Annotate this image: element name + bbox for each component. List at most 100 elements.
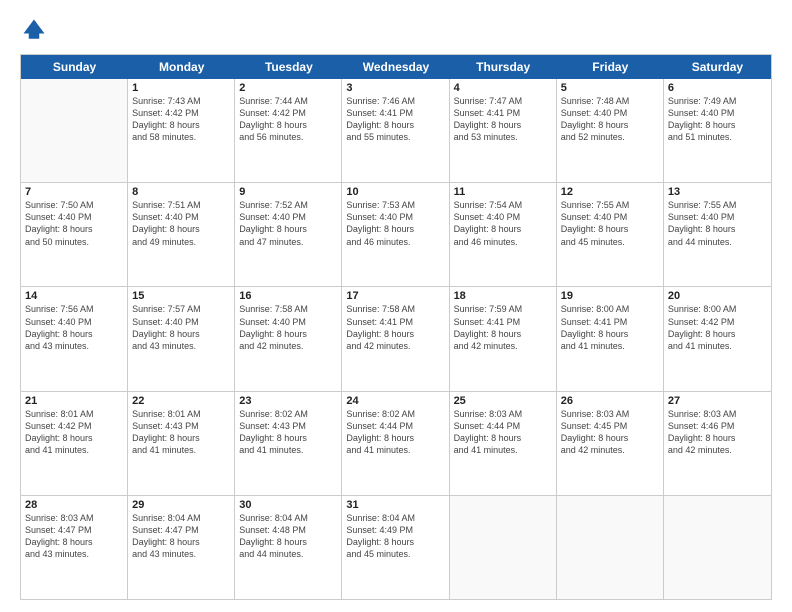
calendar-cell: 31Sunrise: 8:04 AM Sunset: 4:49 PM Dayli… xyxy=(342,496,449,599)
day-number: 10 xyxy=(346,186,444,198)
day-number: 8 xyxy=(132,186,230,198)
cell-info: Sunrise: 7:57 AM Sunset: 4:40 PM Dayligh… xyxy=(132,303,230,352)
cell-info: Sunrise: 7:58 AM Sunset: 4:41 PM Dayligh… xyxy=(346,303,444,352)
calendar-cell xyxy=(450,496,557,599)
calendar-cell: 18Sunrise: 7:59 AM Sunset: 4:41 PM Dayli… xyxy=(450,287,557,390)
day-number: 12 xyxy=(561,186,659,198)
day-number: 2 xyxy=(239,82,337,94)
header-day-monday: Monday xyxy=(128,55,235,79)
calendar-cell: 27Sunrise: 8:03 AM Sunset: 4:46 PM Dayli… xyxy=(664,392,771,495)
calendar-row: 1Sunrise: 7:43 AM Sunset: 4:42 PM Daylig… xyxy=(21,79,771,183)
calendar-row: 14Sunrise: 7:56 AM Sunset: 4:40 PM Dayli… xyxy=(21,287,771,391)
calendar-cell: 7Sunrise: 7:50 AM Sunset: 4:40 PM Daylig… xyxy=(21,183,128,286)
calendar-cell: 29Sunrise: 8:04 AM Sunset: 4:47 PM Dayli… xyxy=(128,496,235,599)
calendar-row: 21Sunrise: 8:01 AM Sunset: 4:42 PM Dayli… xyxy=(21,392,771,496)
cell-info: Sunrise: 8:04 AM Sunset: 4:47 PM Dayligh… xyxy=(132,512,230,561)
cell-info: Sunrise: 7:46 AM Sunset: 4:41 PM Dayligh… xyxy=(346,95,444,144)
calendar-cell: 11Sunrise: 7:54 AM Sunset: 4:40 PM Dayli… xyxy=(450,183,557,286)
day-number: 20 xyxy=(668,290,767,302)
calendar: SundayMondayTuesdayWednesdayThursdayFrid… xyxy=(20,54,772,600)
cell-info: Sunrise: 7:44 AM Sunset: 4:42 PM Dayligh… xyxy=(239,95,337,144)
day-number: 27 xyxy=(668,395,767,407)
day-number: 22 xyxy=(132,395,230,407)
cell-info: Sunrise: 8:01 AM Sunset: 4:42 PM Dayligh… xyxy=(25,408,123,457)
calendar-cell: 28Sunrise: 8:03 AM Sunset: 4:47 PM Dayli… xyxy=(21,496,128,599)
calendar-cell: 24Sunrise: 8:02 AM Sunset: 4:44 PM Dayli… xyxy=(342,392,449,495)
cell-info: Sunrise: 8:01 AM Sunset: 4:43 PM Dayligh… xyxy=(132,408,230,457)
header xyxy=(20,16,772,44)
day-number: 5 xyxy=(561,82,659,94)
calendar-cell: 16Sunrise: 7:58 AM Sunset: 4:40 PM Dayli… xyxy=(235,287,342,390)
cell-info: Sunrise: 8:03 AM Sunset: 4:46 PM Dayligh… xyxy=(668,408,767,457)
cell-info: Sunrise: 7:53 AM Sunset: 4:40 PM Dayligh… xyxy=(346,199,444,248)
day-number: 4 xyxy=(454,82,552,94)
logo-icon xyxy=(20,16,48,44)
calendar-cell: 22Sunrise: 8:01 AM Sunset: 4:43 PM Dayli… xyxy=(128,392,235,495)
day-number: 18 xyxy=(454,290,552,302)
header-day-tuesday: Tuesday xyxy=(235,55,342,79)
cell-info: Sunrise: 7:55 AM Sunset: 4:40 PM Dayligh… xyxy=(668,199,767,248)
calendar-row: 7Sunrise: 7:50 AM Sunset: 4:40 PM Daylig… xyxy=(21,183,771,287)
page: SundayMondayTuesdayWednesdayThursdayFrid… xyxy=(0,0,792,612)
day-number: 26 xyxy=(561,395,659,407)
calendar-cell: 6Sunrise: 7:49 AM Sunset: 4:40 PM Daylig… xyxy=(664,79,771,182)
day-number: 23 xyxy=(239,395,337,407)
cell-info: Sunrise: 8:03 AM Sunset: 4:45 PM Dayligh… xyxy=(561,408,659,457)
calendar-cell: 21Sunrise: 8:01 AM Sunset: 4:42 PM Dayli… xyxy=(21,392,128,495)
calendar-cell xyxy=(557,496,664,599)
calendar-cell: 4Sunrise: 7:47 AM Sunset: 4:41 PM Daylig… xyxy=(450,79,557,182)
calendar-cell: 15Sunrise: 7:57 AM Sunset: 4:40 PM Dayli… xyxy=(128,287,235,390)
cell-info: Sunrise: 7:49 AM Sunset: 4:40 PM Dayligh… xyxy=(668,95,767,144)
calendar-cell: 30Sunrise: 8:04 AM Sunset: 4:48 PM Dayli… xyxy=(235,496,342,599)
calendar-body: 1Sunrise: 7:43 AM Sunset: 4:42 PM Daylig… xyxy=(21,79,771,599)
cell-info: Sunrise: 8:03 AM Sunset: 4:47 PM Dayligh… xyxy=(25,512,123,561)
calendar-cell: 23Sunrise: 8:02 AM Sunset: 4:43 PM Dayli… xyxy=(235,392,342,495)
calendar-cell: 10Sunrise: 7:53 AM Sunset: 4:40 PM Dayli… xyxy=(342,183,449,286)
day-number: 15 xyxy=(132,290,230,302)
calendar-cell: 5Sunrise: 7:48 AM Sunset: 4:40 PM Daylig… xyxy=(557,79,664,182)
calendar-cell: 14Sunrise: 7:56 AM Sunset: 4:40 PM Dayli… xyxy=(21,287,128,390)
calendar-cell: 8Sunrise: 7:51 AM Sunset: 4:40 PM Daylig… xyxy=(128,183,235,286)
day-number: 17 xyxy=(346,290,444,302)
cell-info: Sunrise: 7:55 AM Sunset: 4:40 PM Dayligh… xyxy=(561,199,659,248)
calendar-cell: 19Sunrise: 8:00 AM Sunset: 4:41 PM Dayli… xyxy=(557,287,664,390)
cell-info: Sunrise: 7:51 AM Sunset: 4:40 PM Dayligh… xyxy=(132,199,230,248)
cell-info: Sunrise: 8:02 AM Sunset: 4:44 PM Dayligh… xyxy=(346,408,444,457)
day-number: 31 xyxy=(346,499,444,511)
logo xyxy=(20,16,52,44)
calendar-cell: 20Sunrise: 8:00 AM Sunset: 4:42 PM Dayli… xyxy=(664,287,771,390)
cell-info: Sunrise: 7:56 AM Sunset: 4:40 PM Dayligh… xyxy=(25,303,123,352)
day-number: 7 xyxy=(25,186,123,198)
cell-info: Sunrise: 7:43 AM Sunset: 4:42 PM Dayligh… xyxy=(132,95,230,144)
day-number: 16 xyxy=(239,290,337,302)
calendar-cell: 9Sunrise: 7:52 AM Sunset: 4:40 PM Daylig… xyxy=(235,183,342,286)
calendar-row: 28Sunrise: 8:03 AM Sunset: 4:47 PM Dayli… xyxy=(21,496,771,599)
day-number: 1 xyxy=(132,82,230,94)
cell-info: Sunrise: 8:02 AM Sunset: 4:43 PM Dayligh… xyxy=(239,408,337,457)
cell-info: Sunrise: 8:04 AM Sunset: 4:49 PM Dayligh… xyxy=(346,512,444,561)
day-number: 24 xyxy=(346,395,444,407)
calendar-cell xyxy=(21,79,128,182)
day-number: 25 xyxy=(454,395,552,407)
day-number: 14 xyxy=(25,290,123,302)
day-number: 21 xyxy=(25,395,123,407)
day-number: 13 xyxy=(668,186,767,198)
cell-info: Sunrise: 7:48 AM Sunset: 4:40 PM Dayligh… xyxy=(561,95,659,144)
cell-info: Sunrise: 7:47 AM Sunset: 4:41 PM Dayligh… xyxy=(454,95,552,144)
header-day-saturday: Saturday xyxy=(664,55,771,79)
calendar-header: SundayMondayTuesdayWednesdayThursdayFrid… xyxy=(21,55,771,79)
cell-info: Sunrise: 7:54 AM Sunset: 4:40 PM Dayligh… xyxy=(454,199,552,248)
day-number: 11 xyxy=(454,186,552,198)
calendar-cell xyxy=(664,496,771,599)
header-day-wednesday: Wednesday xyxy=(342,55,449,79)
calendar-cell: 13Sunrise: 7:55 AM Sunset: 4:40 PM Dayli… xyxy=(664,183,771,286)
calendar-cell: 2Sunrise: 7:44 AM Sunset: 4:42 PM Daylig… xyxy=(235,79,342,182)
header-day-friday: Friday xyxy=(557,55,664,79)
day-number: 3 xyxy=(346,82,444,94)
header-day-sunday: Sunday xyxy=(21,55,128,79)
calendar-cell: 1Sunrise: 7:43 AM Sunset: 4:42 PM Daylig… xyxy=(128,79,235,182)
calendar-cell: 26Sunrise: 8:03 AM Sunset: 4:45 PM Dayli… xyxy=(557,392,664,495)
cell-info: Sunrise: 7:52 AM Sunset: 4:40 PM Dayligh… xyxy=(239,199,337,248)
day-number: 29 xyxy=(132,499,230,511)
cell-info: Sunrise: 7:58 AM Sunset: 4:40 PM Dayligh… xyxy=(239,303,337,352)
